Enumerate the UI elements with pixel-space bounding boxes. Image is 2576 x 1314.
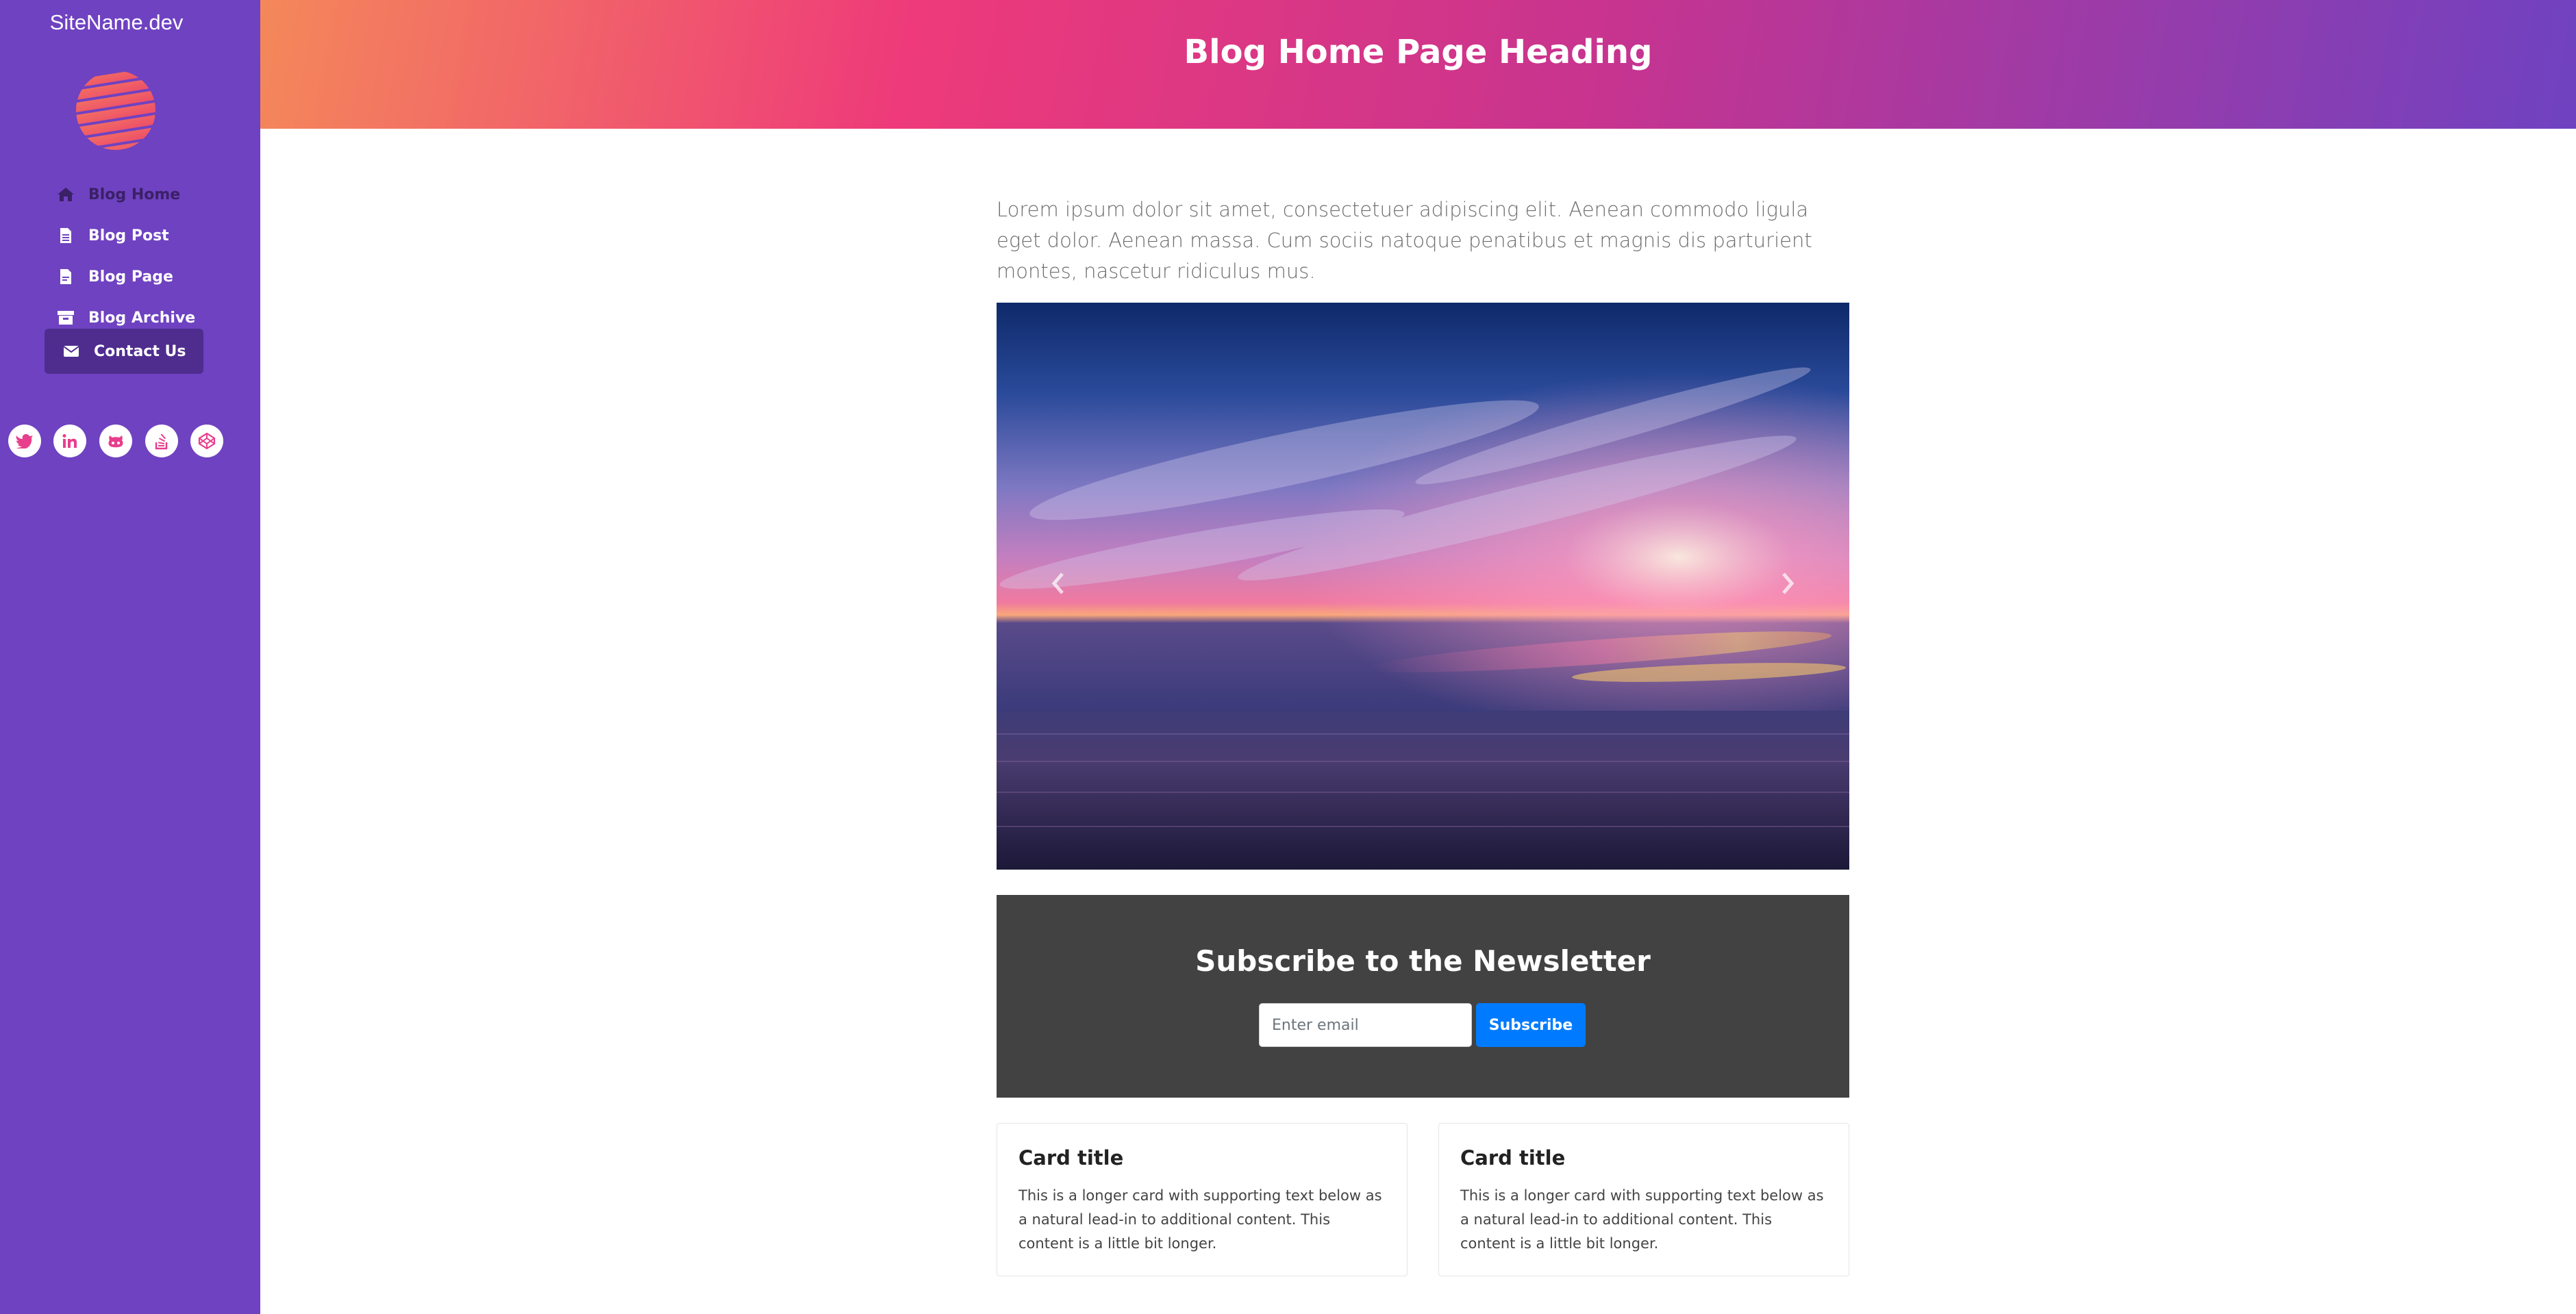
- card-text: This is a longer card with supporting te…: [1460, 1187, 1824, 1252]
- card-text: This is a longer card with supporting te…: [1018, 1187, 1382, 1252]
- stack-overflow-icon[interactable]: [145, 425, 178, 457]
- sidebar-item-label: Blog Archive: [88, 309, 196, 327]
- sidebar-item-label: Blog Page: [88, 268, 173, 286]
- chevron-left-icon[interactable]: [1038, 563, 1079, 604]
- card: Card title This is a longer card with su…: [1438, 1123, 1849, 1276]
- page-title: Blog Home Page Heading: [1184, 33, 1653, 71]
- chevron-right-icon[interactable]: [1767, 563, 1808, 604]
- card: Card title This is a longer card with su…: [997, 1123, 1408, 1276]
- card-title: Card title: [1460, 1146, 1566, 1170]
- file-alt-icon: [54, 268, 77, 286]
- intro-paragraph: Lorem ipsum dolor sit amet, consectetuer…: [997, 198, 1812, 283]
- codepen-icon[interactable]: [190, 425, 223, 457]
- sidebar-item-label: Contact Us: [94, 342, 186, 360]
- sidebar-item-label: Blog Post: [88, 227, 169, 244]
- subscribe-button[interactable]: Subscribe: [1476, 1003, 1586, 1047]
- newsletter-title: Subscribe to the Newsletter: [1195, 944, 1651, 978]
- archive-icon: [54, 309, 77, 327]
- home-icon: [54, 186, 77, 203]
- sidebar-item-blog-home[interactable]: Blog Home: [45, 171, 190, 218]
- card-title: Card title: [1018, 1146, 1124, 1170]
- sunset-over-sea-image: [997, 303, 1849, 870]
- newsletter-section: Subscribe to the Newsletter Subscribe: [997, 895, 1849, 1098]
- sidebar-item-blog-post[interactable]: Blog Post: [45, 212, 179, 259]
- github-icon[interactable]: [99, 425, 132, 457]
- sidebar-item-contact-us[interactable]: Contact Us: [45, 329, 204, 374]
- envelope-icon: [60, 342, 83, 360]
- twitter-icon[interactable]: [8, 425, 41, 457]
- site-name[interactable]: SiteName.dev: [0, 10, 233, 36]
- sidebar-item-blog-page[interactable]: Blog Page: [45, 253, 183, 300]
- email-field[interactable]: [1259, 1003, 1472, 1047]
- sidebar-item-label: Blog Home: [88, 186, 181, 203]
- file-icon: [54, 227, 77, 244]
- page: SiteName.dev Blog Home Blog Post Blog Pa…: [0, 0, 2576, 1314]
- page-header: Blog Home Page Heading: [260, 0, 2576, 129]
- striped-globe-logo[interactable]: [74, 68, 158, 152]
- sidebar: SiteName.dev Blog Home Blog Post Blog Pa…: [0, 0, 260, 1314]
- linkedin-icon[interactable]: [53, 425, 86, 457]
- image-carousel[interactable]: [997, 303, 1849, 870]
